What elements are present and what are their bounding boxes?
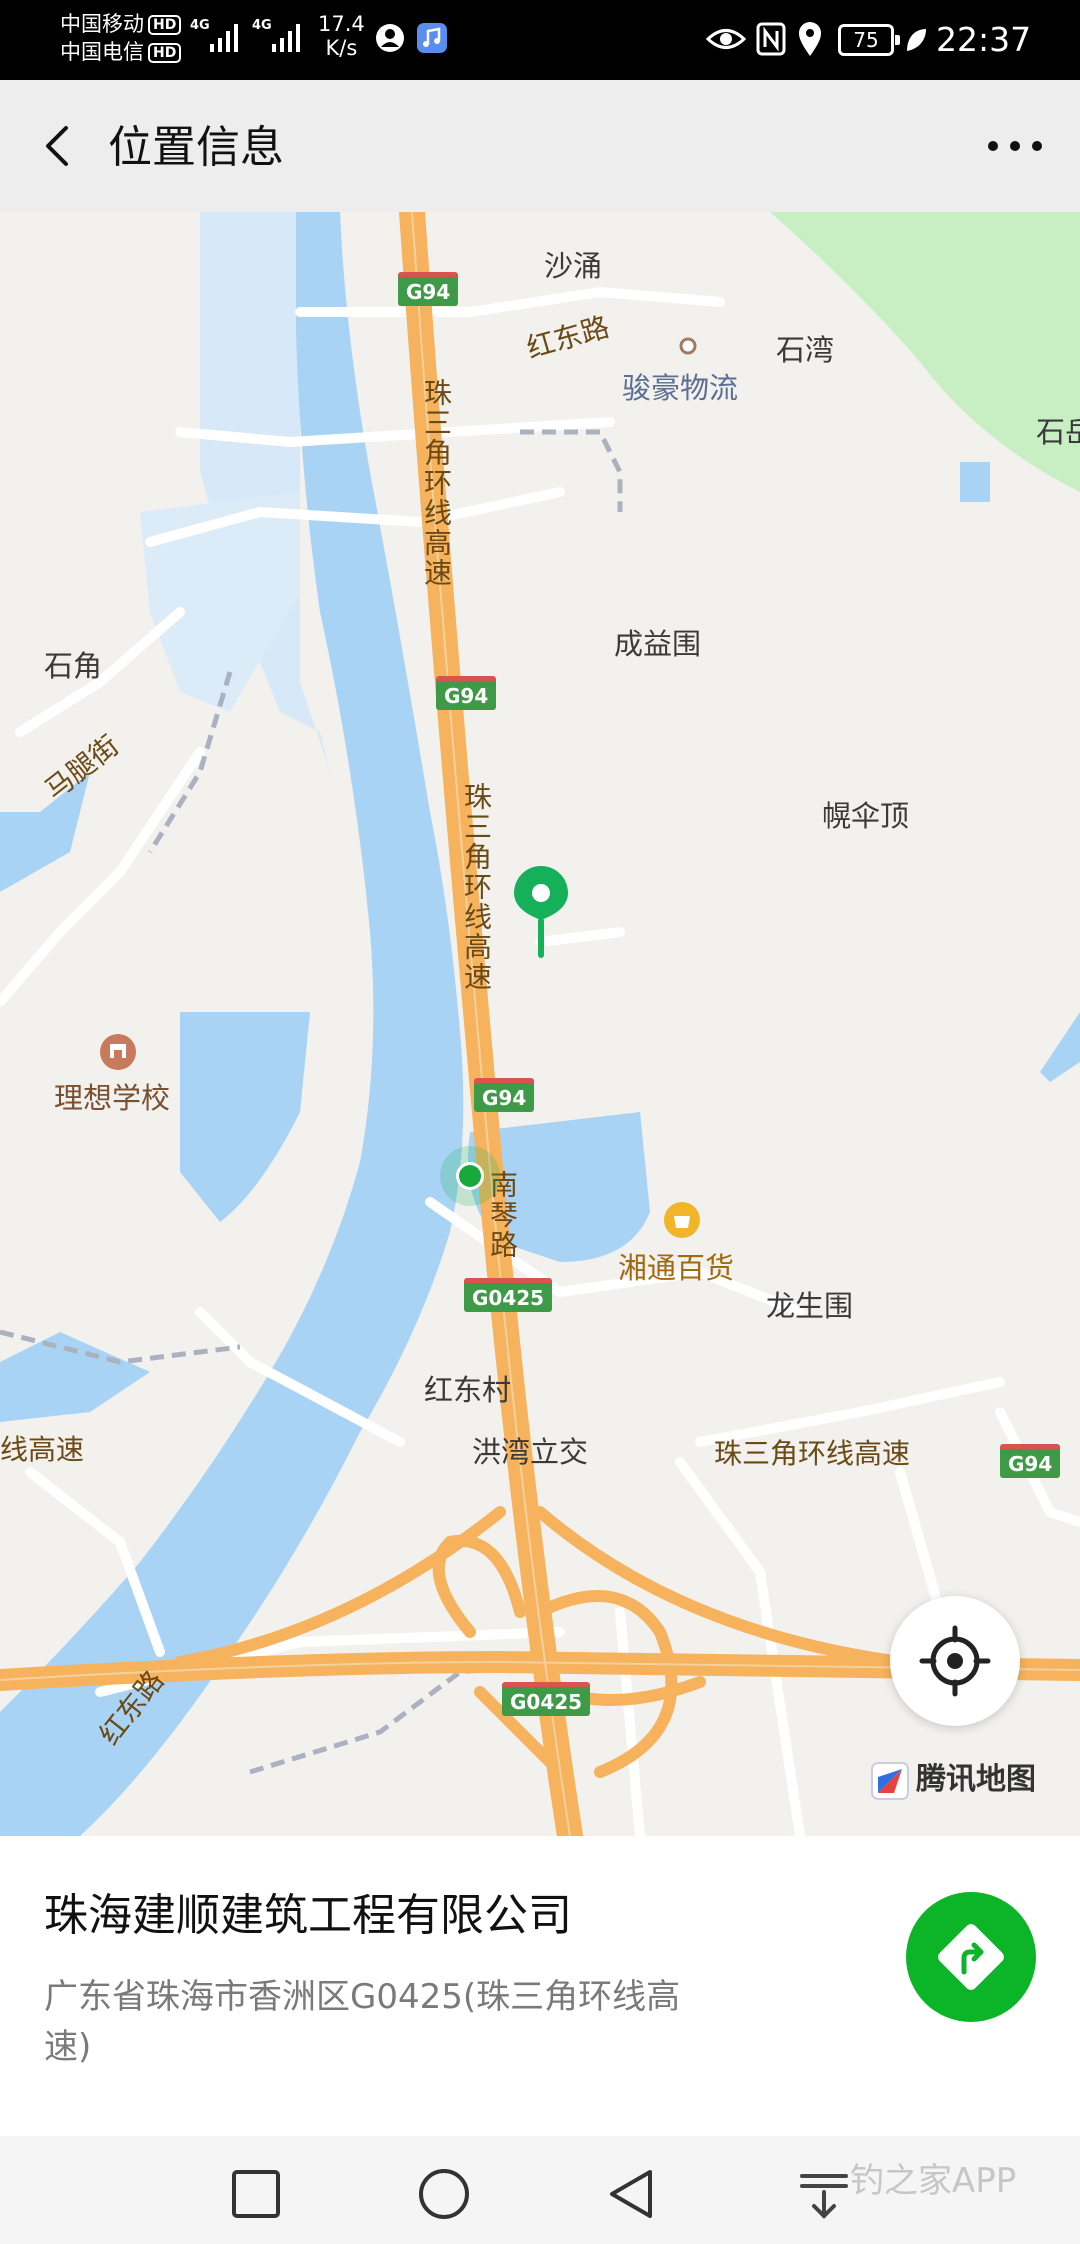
watermark-text: 钓之家APP: [850, 2161, 1017, 2201]
route-navigation-icon: [938, 1924, 1004, 1990]
recent-apps-button[interactable]: [228, 2166, 284, 2222]
privacy-icon: [376, 24, 404, 52]
map-label: 成益围: [614, 627, 702, 661]
location-info-panel: 珠海建顺建筑工程有限公司 广东省珠海市香洲区G0425(珠三角环线高速): [0, 1836, 1080, 2136]
highway-shield: G94: [474, 1078, 535, 1112]
navigate-button[interactable]: [906, 1892, 1036, 2022]
highway-shield: G94: [398, 272, 459, 306]
hd-badge: HD: [148, 15, 182, 35]
top-app-bar: 位置信息: [0, 80, 1080, 212]
place-address: 广东省珠海市香洲区G0425(珠三角环线高速): [44, 1977, 681, 2067]
map-base-layer: [0, 212, 1080, 1836]
map-view[interactable]: 沙涌 红东路 骏豪物流 石湾 石岳 成益围 石角 马腿街 幌伞顶 理想学校 湘通…: [0, 212, 1080, 1836]
highway-label: 珠三角环线高速: [420, 378, 453, 588]
back-button[interactable]: [30, 116, 90, 176]
highway-label: 珠三角环线高速: [460, 782, 493, 992]
school-icon: [100, 1034, 136, 1070]
crosshair-icon: [919, 1625, 991, 1697]
home-button[interactable]: [416, 2166, 472, 2222]
map-label: 龙生围: [766, 1289, 854, 1323]
current-location-icon: [440, 1146, 500, 1206]
location-icon: [799, 22, 821, 56]
network-type-2: 4G: [252, 18, 272, 33]
destination-pin-icon[interactable]: [512, 864, 570, 960]
network-type-1: 4G: [190, 18, 210, 33]
signal-icon: [272, 24, 300, 52]
map-label: 沙涌: [544, 249, 603, 283]
clock: 22:37: [936, 20, 1032, 59]
status-bar: 中国移动 HD 中国电信 HD 4G 4G 17.4 K/s 75 22:37: [0, 0, 1080, 80]
tencent-map-logo-icon: [871, 1761, 909, 1800]
carrier-1: 中国移动: [60, 12, 144, 36]
battery-indicator: 75: [838, 24, 900, 56]
highway-shield: G94: [436, 676, 497, 710]
highway-shield: G94: [1000, 1444, 1061, 1478]
poi-dot-icon: [679, 337, 697, 355]
map-label: 幌伞顶: [822, 799, 910, 833]
map-label: 理想学校: [54, 1081, 171, 1115]
leaf-icon: [907, 29, 926, 51]
map-label: 骏豪物流: [622, 371, 739, 405]
locate-me-button[interactable]: [890, 1596, 1020, 1726]
nfc-icon: [756, 22, 786, 56]
map-label: 洪湾立交: [472, 1435, 589, 1469]
more-dots-icon: [988, 141, 1042, 151]
place-name: 珠海建顺建筑工程有限公司: [44, 1890, 572, 1941]
system-navigation-bar: 钓之家APP: [0, 2136, 1080, 2244]
map-label: 石湾: [776, 333, 835, 367]
more-options-button[interactable]: [980, 116, 1050, 176]
hd-badge: HD: [148, 43, 182, 63]
eye-icon: [706, 29, 746, 49]
highway-shield: G0425: [464, 1278, 553, 1312]
map-label: 湘通百货: [618, 1251, 735, 1285]
shopping-icon: [664, 1202, 700, 1238]
carrier-2: 中国电信: [60, 40, 144, 64]
highway-label: 珠三角环线高速: [714, 1437, 911, 1470]
music-app-icon: [417, 23, 447, 53]
map-label: 红东村: [424, 1373, 512, 1407]
map-provider-logo: 腾讯地图: [870, 1760, 1036, 1801]
highway-label: 线高速: [0, 1433, 85, 1466]
map-label: 石角: [44, 649, 103, 683]
map-label: 石岳: [1036, 415, 1080, 449]
signal-icon: [210, 24, 238, 52]
page-title: 位置信息: [108, 122, 284, 173]
carrier-info: 中国移动 HD 中国电信 HD: [60, 10, 182, 66]
notification-pulldown-icon[interactable]: [796, 2166, 852, 2222]
back-nav-button[interactable]: [604, 2166, 660, 2222]
highway-shield: G0425: [502, 1682, 591, 1716]
network-speed: 17.4 K/s: [318, 12, 365, 60]
back-arrow-icon: [46, 126, 68, 166]
